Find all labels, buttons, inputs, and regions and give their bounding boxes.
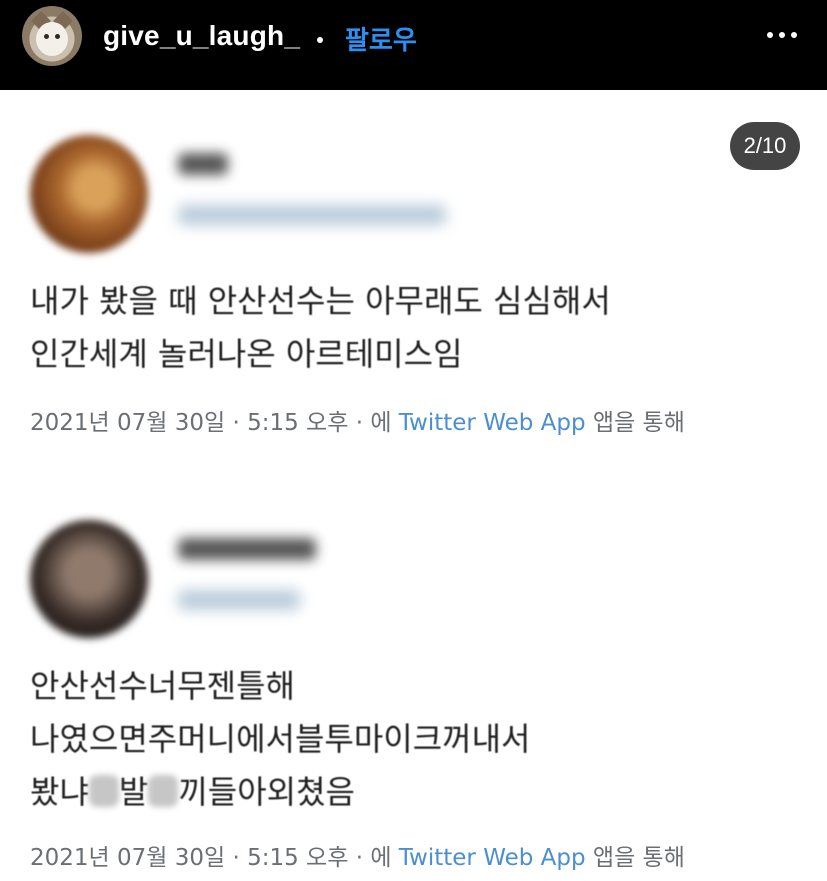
tweet-author-name-blurred <box>178 538 316 560</box>
tweet-meta: 2021년 07월 30일 · 5:15 오후 · 에 Twitter Web … <box>30 403 685 437</box>
carousel-page-counter: 2/10 <box>730 122 800 170</box>
tweet-author-handle-blurred <box>178 590 300 610</box>
tweet-source-suffix: 앱을 통해 <box>585 410 685 436</box>
cat-eye-right <box>55 34 60 39</box>
tweet-body: 내가 봤을 때 안산선수는 아무래도 심심해서인간세계 놀러나온 아르테미스임 <box>30 275 611 381</box>
tweet-text-segment: 발 <box>118 773 149 811</box>
tweet-line: 안산선수너무젠틀해 <box>30 667 295 705</box>
tweet-source-app: Twitter Web App <box>398 410 586 436</box>
tweet-line: 내가 봤을 때 안산선수는 아무래도 심심해서 <box>30 282 611 320</box>
instagram-post-header: give_u_laugh_ 팔로우 <box>0 0 827 90</box>
more-dot <box>779 32 785 38</box>
tweet-timestamp: 2021년 07월 30일 · 5:15 오후 · 에 <box>30 410 399 436</box>
tweet-author-handle-blurred <box>178 205 446 225</box>
profile-avatar[interactable] <box>22 6 82 66</box>
tweet-author-avatar-blurred <box>30 135 148 253</box>
tweet-timestamp: 2021년 07월 30일 · 5:15 오후 · 에 <box>30 845 399 871</box>
tweet-meta: 2021년 07월 30일 · 5:15 오후 · 에 Twitter Web … <box>30 838 685 872</box>
more-dot <box>767 32 773 38</box>
more-dot <box>791 32 797 38</box>
tweet-text-segment: 봤냐 <box>30 773 89 811</box>
tweet-source-app: Twitter Web App <box>398 845 586 871</box>
tweet-body: 안산선수너무젠틀해나였으면주머니에서블투마이크꺼내서봤냐 발 끼들아외쳤음 <box>30 660 530 819</box>
redaction-blur <box>148 775 179 807</box>
tweet-source-suffix: 앱을 통해 <box>585 845 685 871</box>
tweet-author-name-blurred <box>178 153 228 175</box>
redaction-blur <box>88 775 119 807</box>
profile-username[interactable]: give_u_laugh_ <box>103 20 300 52</box>
cat-eye-left <box>44 34 49 39</box>
separator-dot <box>317 37 323 43</box>
follow-button[interactable]: 팔로우 <box>345 20 417 57</box>
tweet-line: 봤냐 발 끼들아외쳤음 <box>30 766 530 819</box>
cat-face <box>36 22 68 56</box>
tweet-line: 나였으면주머니에서블투마이크꺼내서 <box>30 720 531 758</box>
tweet-author-avatar-blurred <box>30 520 148 638</box>
tweet-line: 인간세계 놀러나온 아르테미스임 <box>30 335 463 373</box>
more-horizontal-icon[interactable] <box>767 32 797 40</box>
tweet-text-segment: 끼들아외쳤음 <box>178 773 355 811</box>
